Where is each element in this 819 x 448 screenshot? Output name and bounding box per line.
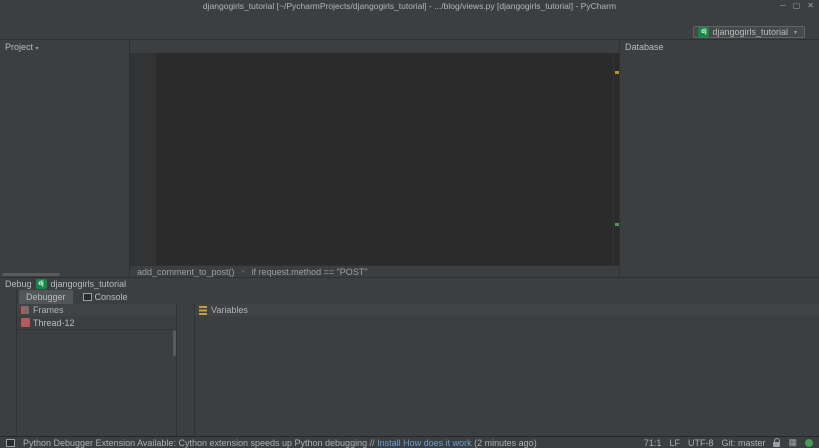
frames-icon [21, 306, 29, 314]
variables-icon [199, 305, 207, 315]
editor-breadcrumb-bar: add_comment_to_post() › if request.metho… [130, 265, 619, 277]
editor-tabs [130, 40, 619, 53]
editor: add_comment_to_post() › if request.metho… [130, 40, 619, 277]
lock-icon[interactable] [773, 438, 781, 447]
django-icon: dj [35, 279, 47, 289]
thread-name: Thread-12 [33, 317, 75, 328]
debug-tool-window-tab[interactable]: Debug [5, 279, 32, 289]
main-toolbar: dj djangogirls_tutorial ▾ [693, 26, 813, 38]
project-panel: Project ▾ [0, 40, 130, 277]
django-icon: dj [698, 27, 710, 37]
debug-panel: Debug dj djangogirls_tutorial Debugger C… [0, 277, 819, 436]
debug-session-name: djangogirls_tutorial [50, 279, 127, 289]
terminal-icon [6, 438, 15, 447]
console-icon [82, 293, 92, 301]
variables-title: Variables [211, 305, 248, 315]
how-does-it-work-link[interactable]: How does it work [403, 438, 472, 448]
project-panel-title[interactable]: Project ▾ [5, 42, 39, 52]
frames-side-toolbar [177, 304, 195, 436]
horizontal-scrollbar[interactable] [2, 273, 60, 276]
variables-panel: Variables [195, 304, 819, 436]
stripe-mark [615, 71, 619, 74]
database-panel-title: Database [625, 41, 664, 52]
hector-icon[interactable] [805, 438, 813, 447]
install-link[interactable]: Install [377, 438, 401, 448]
thread-icon [21, 318, 30, 327]
editor-gutter[interactable] [130, 53, 156, 265]
minimize-button[interactable]: ─ [780, 0, 786, 12]
thread-selector[interactable]: Thread-12 [17, 316, 176, 330]
chevron-right-icon: › [242, 268, 245, 275]
window-title: djangogirls_tutorial [~/PycharmProjects/… [202, 1, 617, 11]
tab-debugger[interactable]: Debugger [19, 290, 73, 304]
tab-console[interactable]: Console [76, 290, 135, 304]
frames-list [17, 330, 176, 436]
git-branch-indicator[interactable]: Git: master [721, 438, 765, 448]
debug-left-toolbar [0, 290, 17, 436]
breadcrumb-method[interactable]: add_comment_to_post() [137, 267, 235, 277]
status-message: Python Debugger Extension Available: Cyt… [23, 437, 537, 448]
chevron-down-icon: ▾ [35, 45, 39, 52]
chevron-down-icon: ▾ [793, 29, 797, 36]
frames-panel: Frames Thread-12 [17, 304, 177, 436]
stripe-mark [615, 223, 619, 226]
line-ending-indicator[interactable]: LF [669, 438, 680, 448]
close-button[interactable]: ✕ [807, 0, 814, 12]
run-configuration-select[interactable]: dj djangogirls_tutorial ▾ [693, 26, 805, 38]
database-toolbar [620, 53, 819, 65]
caret-position[interactable]: 71:1 [644, 438, 662, 448]
frames-title: Frames [33, 305, 64, 315]
navigation-bar: dj djangogirls_tutorial ▾ [0, 25, 819, 39]
grid-icon[interactable]: ▦ [788, 437, 797, 448]
database-panel: Database [619, 40, 819, 277]
maximize-button[interactable]: ▢ [793, 0, 801, 12]
run-configuration-label: djangogirls_tutorial [712, 27, 788, 37]
status-bar: Python Debugger Extension Available: Cyt… [0, 436, 819, 448]
error-stripe[interactable] [613, 53, 619, 265]
vertical-scrollbar[interactable] [173, 330, 176, 356]
encoding-indicator[interactable]: UTF-8 [688, 438, 714, 448]
title-bar: djangogirls_tutorial [~/PycharmProjects/… [0, 0, 819, 12]
project-tree [0, 53, 129, 277]
menu-bar [0, 12, 819, 25]
database-tree [620, 65, 819, 277]
code-area[interactable] [156, 53, 613, 265]
breadcrumb-statement[interactable]: if request.method == "POST" [252, 267, 368, 277]
variables-list [195, 316, 819, 436]
window-controls: ─ ▢ ✕ [780, 0, 814, 12]
